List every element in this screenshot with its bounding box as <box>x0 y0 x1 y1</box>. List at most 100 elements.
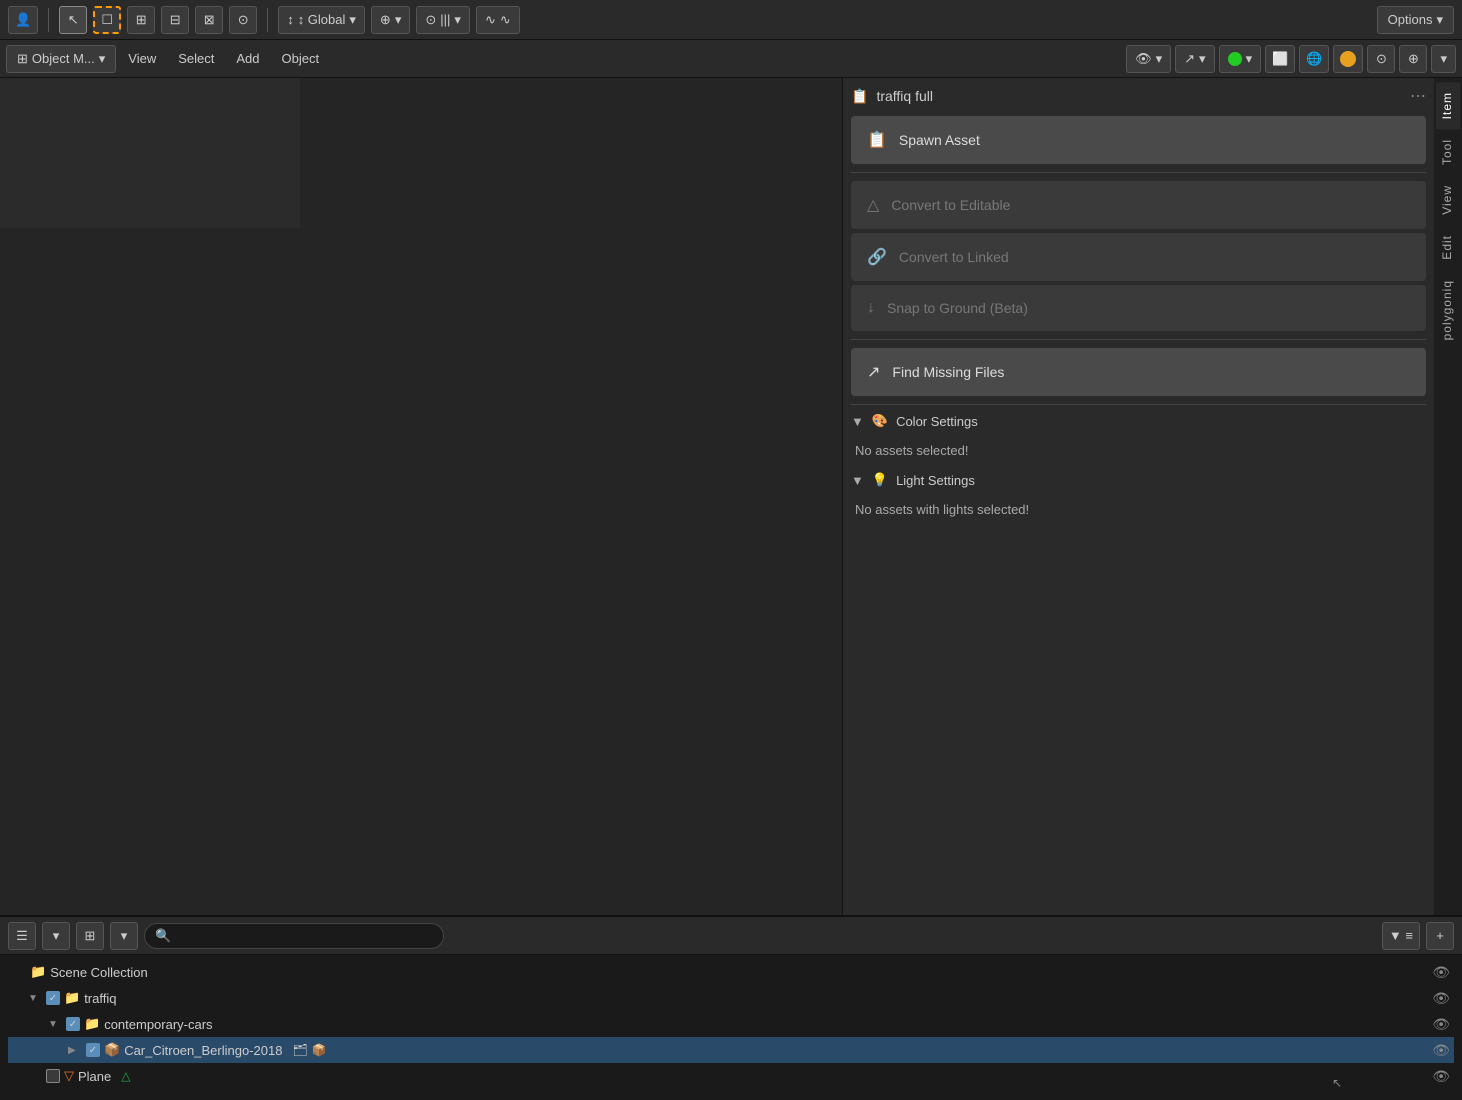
find-missing-button[interactable]: ↗ Find Missing Files <box>851 348 1426 396</box>
options-button[interactable]: Options ▾ <box>1377 6 1454 34</box>
mode-arrow: ▾ <box>99 51 106 67</box>
options-arrow: ▾ <box>1436 12 1443 28</box>
sep2 <box>267 8 268 32</box>
viewport-btn3[interactable] <box>1333 45 1363 73</box>
3d-viewport[interactable]: User Perspective (1) traffiq | Car_Citro… <box>0 78 842 915</box>
find-missing-label: Find Missing Files <box>892 364 1004 380</box>
render-properties[interactable]: ⬜ <box>1265 45 1295 73</box>
plane-checkbox[interactable] <box>46 1069 60 1083</box>
box-select-tool[interactable]: ☐ <box>93 6 121 34</box>
outliner-view2-btn[interactable]: ▾ <box>110 922 138 950</box>
berlingo-eye[interactable]: 👁 <box>1432 1042 1450 1059</box>
proportional-icon: ∿ <box>485 12 496 28</box>
berlingo-icon: 📦 <box>104 1042 120 1058</box>
options-label: Options <box>1388 12 1433 27</box>
tree-car-berlingo[interactable]: ▶ ✓ 📦 Car_Citroen_Berlingo-2018 🗂 📦 👁 <box>8 1037 1454 1063</box>
pivot-dropdown[interactable]: ⊕ ▾ <box>371 6 410 34</box>
find-missing-icon: ↗ <box>867 362 880 382</box>
snap-icon: ⊙ <box>425 12 436 28</box>
plane-extra-icon: △ <box>121 1069 130 1083</box>
convert-linked-label: Convert to Linked <box>899 249 1009 265</box>
plane-eye[interactable]: 👁 <box>1432 1068 1450 1085</box>
pivot-arrow: ▾ <box>395 12 402 28</box>
tool2[interactable]: ⊞ <box>127 6 155 34</box>
tree-contemporary-cars[interactable]: ▼ ✓ 📁 contemporary-cars 👁 <box>8 1011 1454 1037</box>
sep1 <box>48 8 49 32</box>
transform-dropdown[interactable]: ↕ ↕ Global ▾ <box>278 6 365 34</box>
color-settings-header[interactable]: ▼ 🎨 Color Settings <box>851 413 1426 429</box>
convert-linked-icon: 🔗 <box>867 247 887 267</box>
contemporary-cars-checkbox[interactable]: ✓ <box>66 1017 80 1031</box>
snap-ground-button[interactable]: ↓ Snap to Ground (Beta) <box>851 285 1426 331</box>
sep-1 <box>851 172 1426 173</box>
transform-icon: ↕ <box>287 12 294 27</box>
berlingo-checkbox[interactable]: ✓ <box>86 1043 100 1057</box>
panel-title: traffiq full <box>876 88 933 104</box>
tool5[interactable]: ⊙ <box>229 6 257 34</box>
panel-header-icon: 📋 <box>851 88 868 105</box>
outliner-filter-btn[interactable]: ▾ <box>42 922 70 950</box>
contemporary-cars-eye[interactable]: 👁 <box>1432 1016 1450 1033</box>
convert-editable-label: Convert to Editable <box>891 197 1010 213</box>
pivot-icon: ⊕ <box>380 12 391 28</box>
berlingo-arrow: ▶ <box>68 1045 82 1056</box>
convert-linked-button[interactable]: 🔗 Convert to Linked <box>851 233 1426 281</box>
select-menu[interactable]: Select <box>168 45 224 73</box>
tree-scene-collection[interactable]: 📁 Scene Collection 👁 <box>8 959 1454 985</box>
light-settings-label: Light Settings <box>896 473 975 488</box>
berlingo-label: Car_Citroen_Berlingo-2018 <box>124 1043 282 1058</box>
add-menu[interactable]: Add <box>226 45 269 73</box>
proportional-label: ∿ <box>500 12 511 28</box>
vtab-tool[interactable]: Tool <box>1436 129 1460 175</box>
tool3[interactable]: ⊟ <box>161 6 189 34</box>
camera-icon: 👁 <box>1135 51 1152 67</box>
search-icon: 🔍 <box>155 928 171 944</box>
overlay-active-dot <box>1228 52 1242 66</box>
outliner-search[interactable]: 🔍 <box>144 923 444 949</box>
cursor-tool[interactable]: ↖ <box>59 6 87 34</box>
outliner-view-btn[interactable]: ⊞ <box>76 922 104 950</box>
outliner-filter-icon[interactable]: ▼ ≡ <box>1382 922 1420 950</box>
panel-more-btn[interactable]: ⋯ <box>1410 86 1426 106</box>
contemporary-cars-icon: 📁 <box>84 1016 100 1032</box>
tree-plane[interactable]: ▽ Plane △ 👁 <box>8 1063 1454 1089</box>
viewport-shading-dropdown[interactable]: ↗ ▾ <box>1175 45 1214 73</box>
vtab-item[interactable]: Item <box>1436 82 1460 129</box>
snap-dropdown[interactable]: ⊙ ||| ▾ <box>416 6 470 34</box>
bottom-toolbar: ☰ ▾ ⊞ ▾ 🔍 ▼ ≡ + <box>0 917 1462 955</box>
proportional-dropdown[interactable]: ∿ ∿ <box>476 6 520 34</box>
berlingo-extra-icon2: 📦 <box>312 1043 327 1057</box>
mode-label: Object M... <box>32 51 95 66</box>
outliner-mode-btn[interactable]: ☰ <box>8 922 36 950</box>
traffiq-eye[interactable]: 👁 <box>1432 990 1450 1007</box>
spawn-asset-icon: 📋 <box>867 130 887 150</box>
object-menu[interactable]: Object <box>272 45 330 73</box>
tree-traffiq[interactable]: ▼ ✓ 📁 traffiq 👁 <box>8 985 1454 1011</box>
viewport-right-icons: 👁 ▾ ↗ ▾ ▾ ⬜ 🌐 ⊙ ⊕ ▾ <box>1126 45 1456 73</box>
mode-dropdown[interactable]: ⊞ Object M... ▾ <box>6 45 116 73</box>
tool4[interactable]: ⊠ <box>195 6 223 34</box>
camera-dropdown[interactable]: 👁 ▾ <box>1126 45 1171 73</box>
viewport-extra[interactable]: ▾ <box>1431 45 1456 73</box>
light-settings-header[interactable]: ▼ 💡 Light Settings <box>851 472 1426 488</box>
spawn-asset-label: Spawn Asset <box>899 132 980 148</box>
snap-label: ||| <box>440 12 450 27</box>
convert-editable-button[interactable]: △ Convert to Editable <box>851 181 1426 229</box>
scene-collection-eye[interactable]: 👁 <box>1432 964 1450 981</box>
main-layout: User Perspective (1) traffiq | Car_Citro… <box>0 78 1462 915</box>
vtab-view[interactable]: View <box>1436 175 1460 225</box>
viewport-btn4[interactable]: ⊙ <box>1367 45 1395 73</box>
view-menu[interactable]: View <box>118 45 166 73</box>
traffiq-checkbox[interactable]: ✓ <box>46 991 60 1005</box>
viewport-btn2[interactable]: 🌐 <box>1299 45 1329 73</box>
viewport-btn5[interactable]: ⊕ <box>1399 45 1427 73</box>
workspace-icon[interactable]: 👤 <box>8 6 38 34</box>
vtab-polygoniq[interactable]: polygoniq <box>1436 270 1460 350</box>
snap-ground-icon: ↓ <box>867 299 875 317</box>
spawn-asset-button[interactable]: 📋 Spawn Asset <box>851 116 1426 164</box>
plane-label: Plane <box>78 1069 111 1084</box>
outliner-add-btn[interactable]: + <box>1426 922 1454 950</box>
vtab-edit[interactable]: Edit <box>1436 225 1460 270</box>
overlay-dropdown[interactable]: ▾ <box>1219 45 1262 73</box>
panel-header: 📋 traffiq full ⋯ <box>851 86 1426 106</box>
